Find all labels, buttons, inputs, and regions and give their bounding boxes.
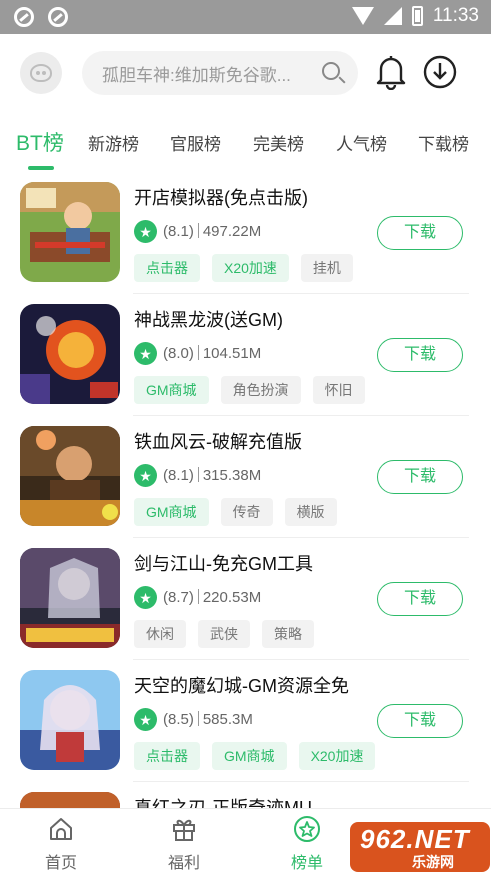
download-button[interactable]: 下载	[377, 338, 463, 372]
list-item[interactable]: 真红之刃-正版奇迹MU	[0, 782, 491, 808]
search-bar[interactable]: 孤胆车神:维加斯免谷歌...	[82, 51, 358, 95]
tag[interactable]: 角色扮演	[220, 376, 301, 404]
game-thumbnail[interactable]	[20, 792, 120, 808]
tag-list: 点击器 X20加速 挂机	[134, 254, 353, 282]
tag-list: GM商城 角色扮演 怀旧	[134, 376, 365, 404]
game-size: 497.22M	[202, 223, 262, 240]
nav-welfare-label: 福利	[167, 855, 200, 872]
watermark-logo: 962.NET 乐游网	[350, 822, 490, 872]
tag[interactable]: GM商城	[134, 498, 209, 526]
top-bar: 孤胆车神:维加斯免谷歌...	[0, 34, 491, 112]
nav-home[interactable]: 首页	[11, 809, 111, 874]
rating-star-icon: ★	[134, 708, 157, 731]
tag[interactable]: 挂机	[300, 254, 353, 282]
tab-official[interactable]: 官服榜	[170, 130, 221, 155]
tag[interactable]: 点击器	[134, 742, 200, 770]
ranking-tabs: BT榜 新游榜 官服榜 完美榜 人气榜 下载榜	[0, 112, 491, 172]
game-title[interactable]: 开店模拟器(免点击版)	[134, 184, 308, 210]
game-title[interactable]: 真红之刃-正版奇迹MU	[134, 794, 312, 808]
notification-icon	[14, 7, 34, 27]
ranking-icon	[294, 816, 320, 842]
game-thumbnail[interactable]	[20, 304, 120, 404]
download-button[interactable]: 下载	[377, 216, 463, 250]
tab-perfect[interactable]: 完美榜	[253, 130, 304, 155]
tag[interactable]: 策略	[262, 620, 314, 648]
tag-list: 休闲 武侠 策略	[134, 620, 314, 648]
rating-star-icon: ★	[134, 586, 157, 609]
tag[interactable]: GM商城	[212, 742, 287, 770]
home-icon	[50, 818, 72, 840]
game-meta: (8.1) 315.38M	[163, 467, 261, 484]
game-thumbnail[interactable]	[20, 182, 120, 282]
game-rating: (8.1)	[163, 467, 194, 484]
signal-icon	[383, 7, 402, 25]
notification-icon	[48, 7, 68, 27]
game-rating: (8.7)	[163, 589, 194, 606]
user-avatar[interactable]	[20, 52, 62, 94]
wifi-icon	[351, 7, 374, 25]
battery-icon	[411, 6, 423, 26]
tag[interactable]: 横版	[284, 498, 337, 526]
game-size: 315.38M	[202, 467, 262, 484]
rating-star-icon: ★	[134, 220, 157, 243]
tab-popular[interactable]: 人气榜	[336, 130, 387, 155]
status-bar: 11:33	[0, 0, 491, 34]
nav-ranking[interactable]: 榜单	[257, 809, 357, 874]
status-time: 11:33	[432, 5, 479, 26]
nav-welfare[interactable]: 福利	[134, 809, 234, 874]
watermark-sub: 乐游网	[412, 854, 454, 870]
watermark-main: 962.NET	[360, 824, 470, 854]
tag[interactable]: 传奇	[220, 498, 273, 526]
tab-new-games[interactable]: 新游榜	[88, 130, 139, 155]
list-item[interactable]: 剑与江山-免充GM工具 ★ (8.7) 220.53M 休闲 武侠 策略 下载	[0, 538, 491, 660]
rating-star-icon: ★	[134, 464, 157, 487]
game-title[interactable]: 铁血风云-破解充值版	[134, 428, 302, 454]
tag-list: 点击器 GM商城 X20加速	[134, 742, 376, 770]
game-rating: (8.1)	[163, 223, 194, 240]
list-item[interactable]: 神战黑龙波(送GM) ★ (8.0) 104.51M GM商城 角色扮演 怀旧 下…	[0, 294, 491, 416]
tag[interactable]: GM商城	[134, 376, 209, 404]
tag-list: GM商城 传奇 横版	[134, 498, 337, 526]
tag[interactable]: 休闲	[134, 620, 186, 648]
tag[interactable]: 怀旧	[312, 376, 365, 404]
game-meta: (8.7) 220.53M	[163, 589, 261, 606]
game-rating: (8.5)	[163, 711, 194, 728]
game-meta: (8.5) 585.3M	[163, 711, 253, 728]
list-item[interactable]: 开店模拟器(免点击版) ★ (8.1) 497.22M 点击器 X20加速 挂机 …	[0, 172, 491, 294]
tab-bt[interactable]: BT榜	[16, 127, 64, 157]
list-item[interactable]: 铁血风云-破解充值版 ★ (8.1) 315.38M GM商城 传奇 横版 下载	[0, 416, 491, 538]
active-tab-indicator	[28, 166, 54, 170]
game-title[interactable]: 神战黑龙波(送GM)	[134, 306, 283, 332]
game-list: 开店模拟器(免点击版) ★ (8.1) 497.22M 点击器 X20加速 挂机 …	[0, 172, 491, 808]
tag[interactable]: X20加速	[212, 254, 289, 282]
download-button[interactable]: 下载	[377, 704, 463, 738]
game-rating: (8.0)	[163, 345, 194, 362]
game-meta: (8.1) 497.22M	[163, 223, 261, 240]
rating-star-icon: ★	[134, 342, 157, 365]
nav-ranking-label: 榜单	[290, 855, 323, 872]
nav-home-label: 首页	[44, 855, 77, 872]
game-size: 220.53M	[202, 589, 262, 606]
tab-downloads[interactable]: 下载榜	[418, 130, 469, 155]
game-meta: (8.0) 104.51M	[163, 345, 261, 362]
game-size: 585.3M	[202, 711, 253, 728]
list-item[interactable]: 天空的魔幻城-GM资源全免 ★ (8.5) 585.3M 点击器 GM商城 X20…	[0, 660, 491, 782]
game-thumbnail[interactable]	[20, 548, 120, 648]
search-placeholder: 孤胆车神:维加斯免谷歌...	[102, 65, 291, 85]
avatar-icon	[30, 64, 52, 82]
download-icon[interactable]	[423, 55, 457, 89]
download-button[interactable]: 下载	[377, 582, 463, 616]
search-icon[interactable]	[322, 62, 340, 80]
tag[interactable]: 武侠	[198, 620, 250, 648]
game-thumbnail[interactable]	[20, 670, 120, 770]
bell-icon[interactable]	[375, 54, 407, 90]
gift-icon	[173, 819, 195, 841]
game-title[interactable]: 天空的魔幻城-GM资源全免	[134, 672, 349, 698]
game-title[interactable]: 剑与江山-免充GM工具	[134, 550, 313, 576]
game-size: 104.51M	[202, 345, 262, 362]
game-thumbnail[interactable]	[20, 426, 120, 526]
tag[interactable]: 点击器	[134, 254, 200, 282]
tag[interactable]: X20加速	[298, 742, 376, 770]
download-button[interactable]: 下载	[377, 460, 463, 494]
